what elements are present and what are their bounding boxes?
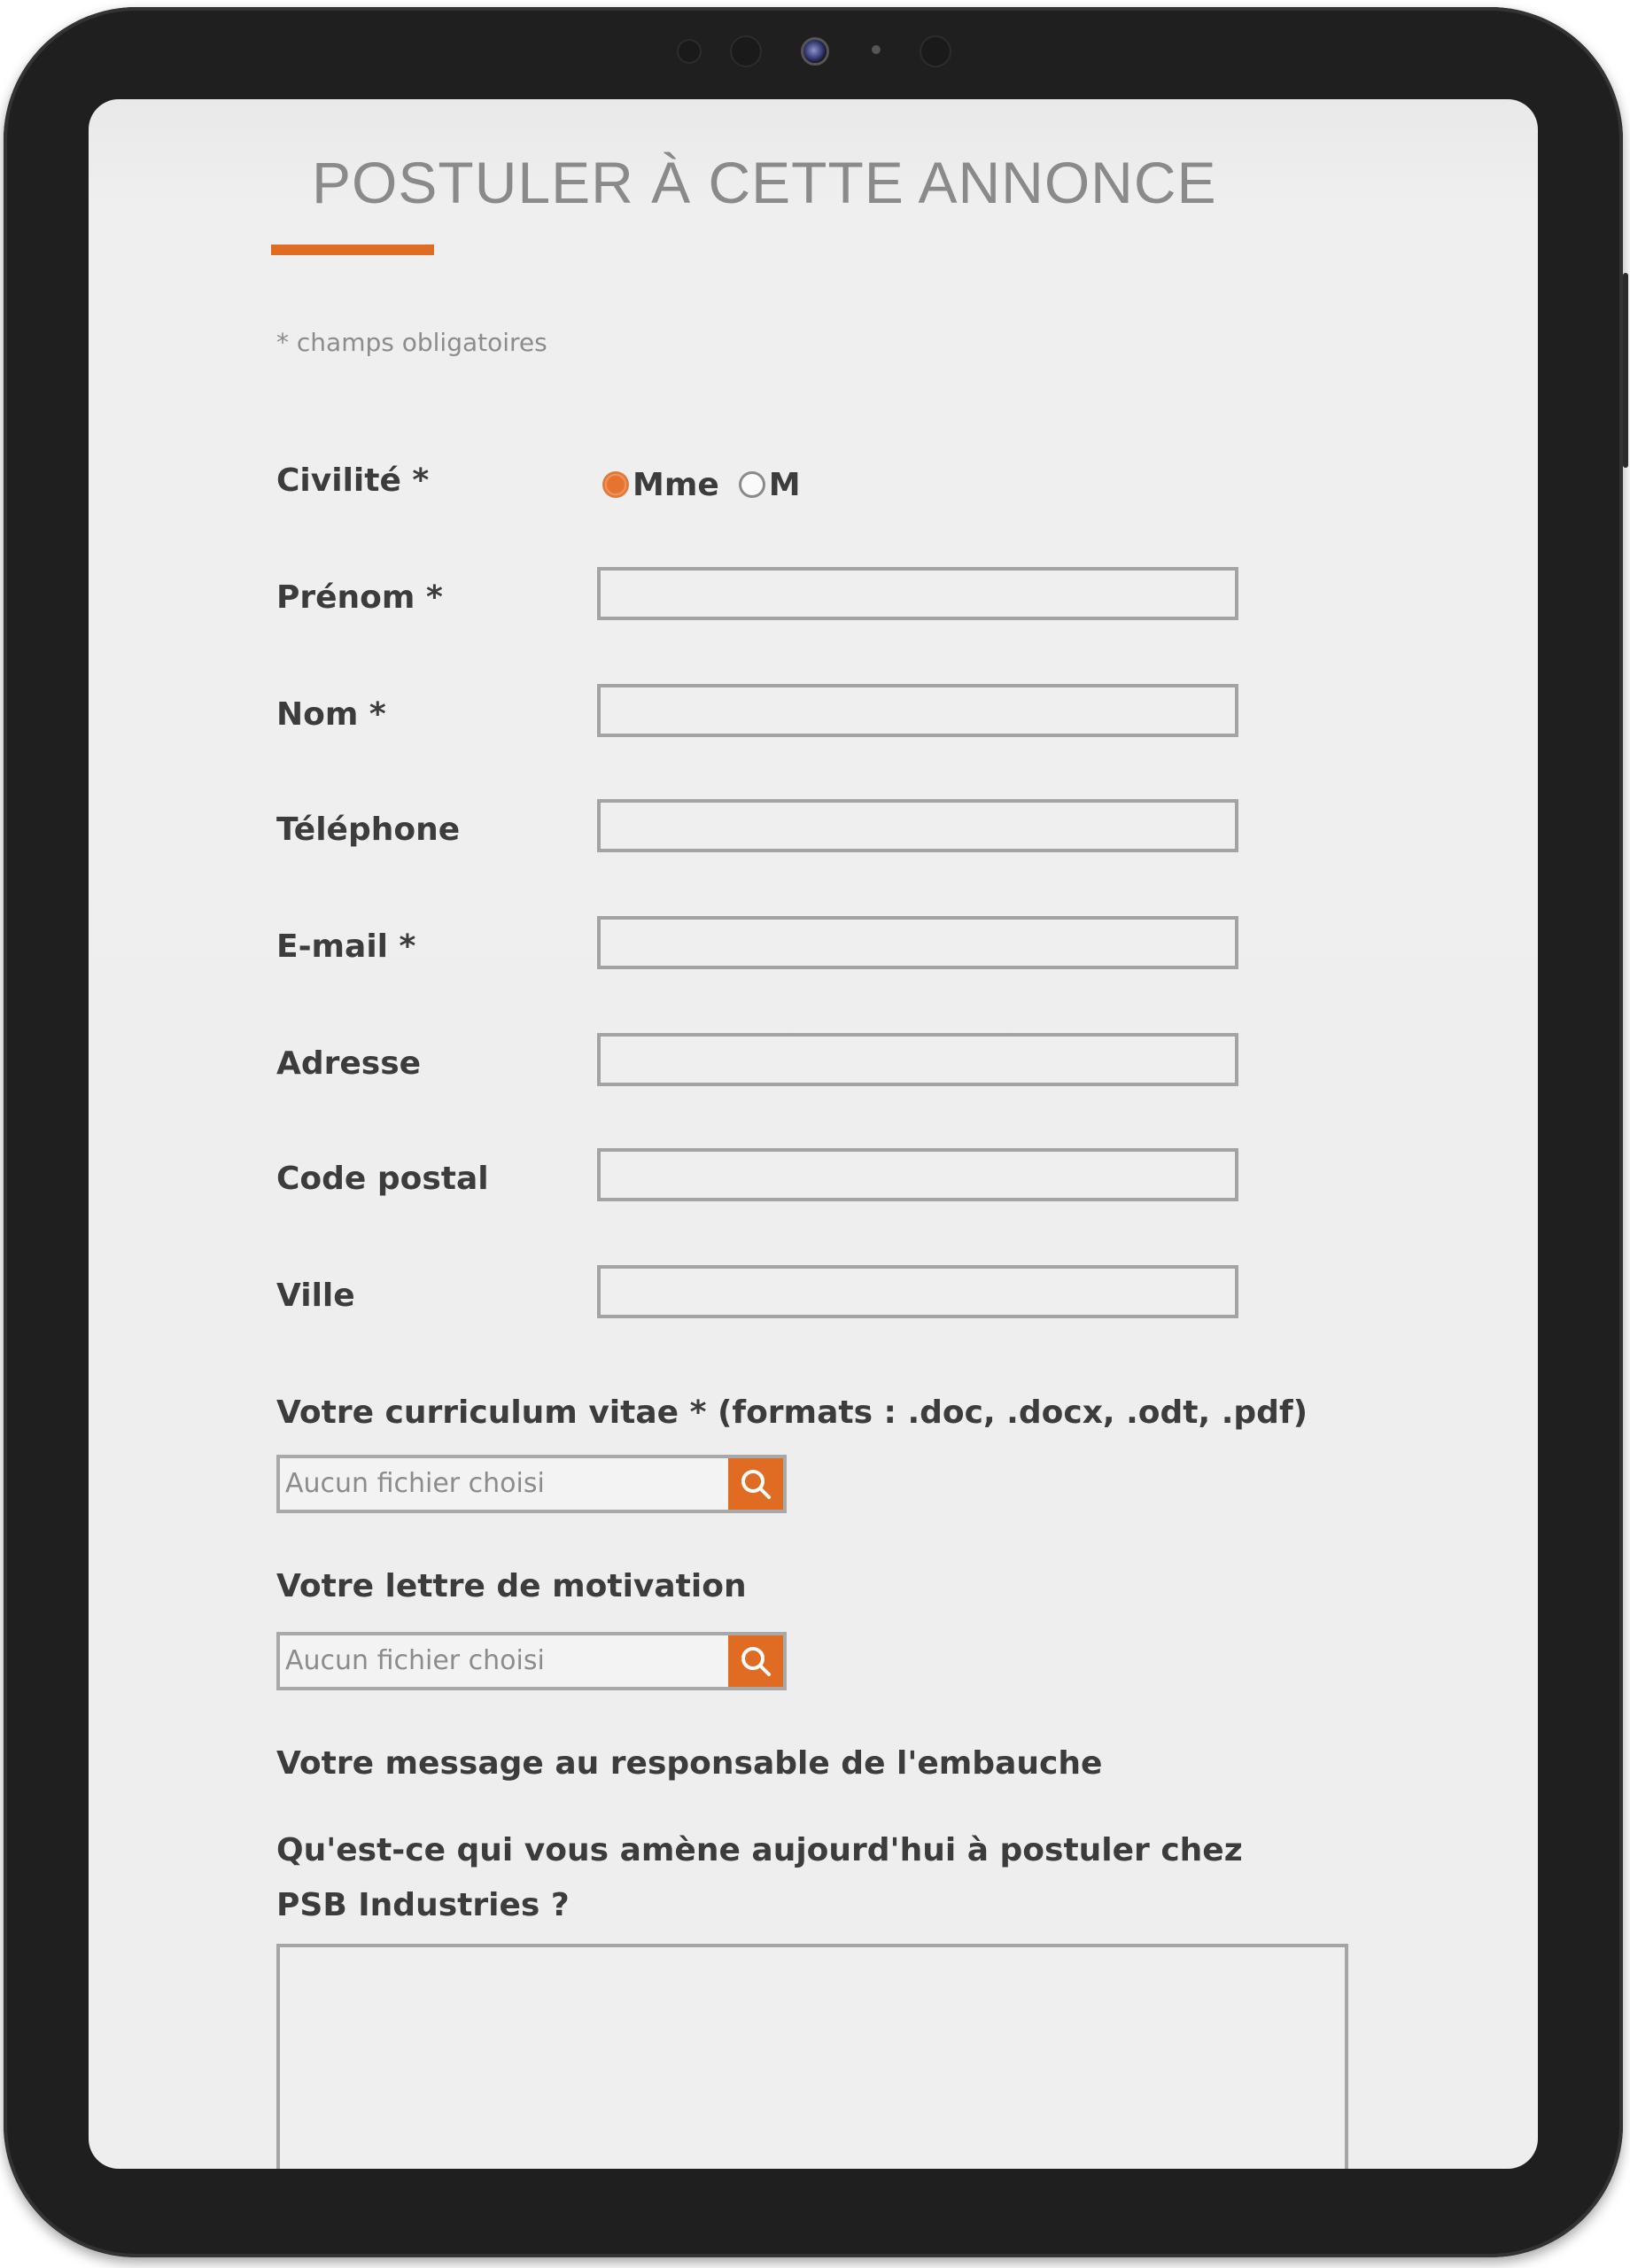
email-input[interactable] (597, 916, 1238, 969)
civility-label: Civilité * (276, 462, 430, 499)
message-question: Qu'est-ce qui vous amène aujourd'hui à p… (276, 1832, 1243, 1923)
required-fields-note: * champs obligatoires (276, 328, 547, 357)
cover-letter-label: Votre lettre de motivation (276, 1568, 747, 1604)
last-name-input[interactable] (597, 684, 1238, 737)
cv-file-status[interactable]: Aucun fichier choisi (280, 1458, 728, 1510)
message-label: Votre message au responsable de l'embauc… (276, 1745, 1103, 1782)
postal-code-label: Code postal (276, 1161, 489, 1197)
cv-browse-button[interactable] (728, 1458, 783, 1510)
sensor-icon (920, 35, 951, 67)
cover-letter-file-status[interactable]: Aucun fichier choisi (280, 1635, 728, 1687)
cover-letter-file-picker[interactable]: Aucun fichier choisi (276, 1632, 787, 1690)
message-textarea[interactable] (276, 1944, 1348, 2169)
sensor-icon (730, 35, 762, 67)
page-title: POSTULER À CETTE ANNONCE (312, 150, 1217, 215)
email-label: E-mail * (276, 928, 416, 965)
cv-label: Votre curriculum vitae * (formats : .doc… (276, 1394, 1308, 1431)
city-label: Ville (276, 1278, 355, 1314)
radio-mme-label[interactable]: Mme (633, 467, 719, 503)
cv-file-picker[interactable]: Aucun fichier choisi (276, 1455, 787, 1513)
search-icon (741, 1647, 771, 1676)
sensor-icon (677, 39, 702, 64)
front-camera-icon (801, 37, 829, 66)
title-underline (271, 245, 434, 255)
application-form: POSTULER À CETTE ANNONCE * champs obliga… (89, 99, 1538, 2169)
first-name-input[interactable] (597, 567, 1238, 620)
address-input[interactable] (597, 1033, 1238, 1086)
phone-input[interactable] (597, 799, 1238, 852)
radio-m-label[interactable]: M (769, 467, 801, 503)
search-icon (741, 1470, 771, 1499)
city-input[interactable] (597, 1265, 1238, 1318)
first-name-label: Prénom * (276, 579, 443, 616)
camera-bar (4, 34, 1623, 69)
address-label: Adresse (276, 1045, 422, 1082)
phone-label: Téléphone (276, 812, 461, 848)
radio-m[interactable] (738, 471, 765, 498)
tablet-device-frame: POSTULER À CETTE ANNONCE * champs obliga… (4, 7, 1628, 2257)
light-sensor-icon (872, 45, 881, 54)
civility-radio-group: Mme M (602, 462, 820, 507)
cover-letter-browse-button[interactable] (728, 1635, 783, 1687)
postal-code-input[interactable] (597, 1148, 1238, 1201)
radio-mme[interactable] (602, 471, 629, 498)
tablet-screen: POSTULER À CETTE ANNONCE * champs obliga… (89, 99, 1538, 2169)
last-name-label: Nom * (276, 696, 386, 733)
